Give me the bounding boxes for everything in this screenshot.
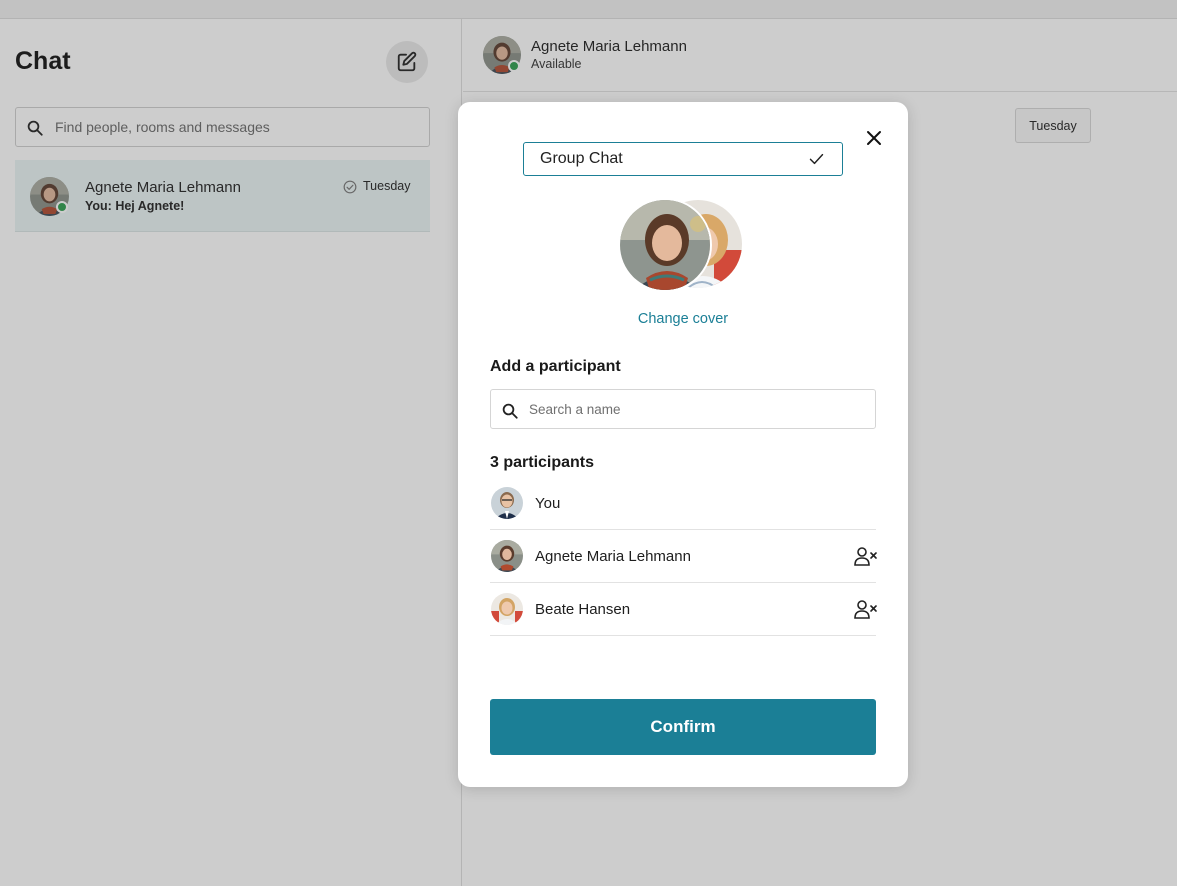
group-name-field — [523, 142, 843, 176]
group-chat-dialog: Change cover Add a participant 3 partici… — [458, 102, 908, 787]
search-icon — [502, 403, 518, 419]
participant-search-input[interactable] — [529, 390, 859, 428]
participants-count: 3 participants — [490, 454, 595, 471]
group-name-input[interactable] — [540, 143, 800, 175]
participant-row: You — [490, 477, 876, 530]
close-button[interactable] — [862, 126, 886, 150]
avatar — [491, 487, 523, 519]
avatar — [491, 593, 523, 625]
confirm-button[interactable]: Confirm — [490, 699, 876, 755]
remove-user-icon[interactable] — [854, 599, 878, 619]
cover-avatar-front — [618, 198, 712, 292]
change-cover-link[interactable]: Change cover — [458, 311, 908, 327]
group-cover — [618, 198, 748, 292]
participant-name: You — [535, 495, 561, 512]
add-participant-title: Add a participant — [490, 358, 621, 375]
avatar — [491, 540, 523, 572]
confirm-name-check-icon[interactable] — [808, 151, 825, 167]
participant-name: Agnete Maria Lehmann — [535, 548, 691, 565]
participant-search — [490, 389, 876, 429]
participant-row: Beate Hansen — [490, 583, 878, 636]
participant-row: Agnete Maria Lehmann — [490, 530, 878, 583]
remove-user-icon[interactable] — [854, 546, 878, 566]
close-icon — [867, 131, 881, 145]
participant-name: Beate Hansen — [535, 601, 631, 618]
